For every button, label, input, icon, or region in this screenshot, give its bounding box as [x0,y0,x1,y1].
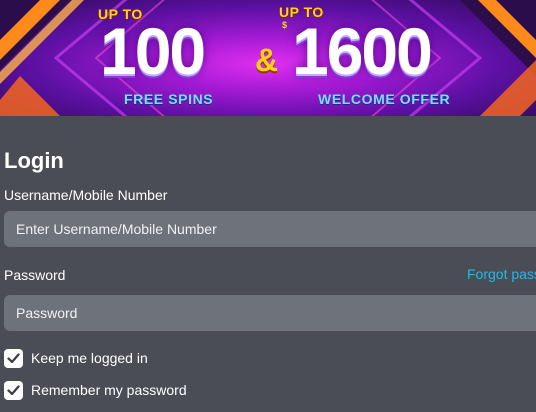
keep-logged-in-option[interactable]: Keep me logged in [4,348,148,368]
remember-password-option[interactable]: Remember my password [4,380,187,400]
remember-password-checkbox[interactable] [4,380,23,400]
offer-left-amount: 100 [100,14,206,88]
username-input[interactable] [4,211,536,247]
checkmark-icon [7,352,20,363]
login-title: Login [4,148,64,173]
offer-right-caption: WELCOME OFFER [318,91,451,107]
keep-logged-in-label: Keep me logged in [31,350,148,366]
remember-password-label: Remember my password [31,382,187,398]
forgot-password-link[interactable]: Forgot passw [467,266,536,282]
promo-banner[interactable]: UP TO 100 FREE SPINS & UP TO $ 1600 WELC… [0,0,536,116]
offer-right-amount: 1600 [292,14,433,88]
username-label: Username/Mobile Number [4,187,168,203]
offer-connector: & [255,42,279,78]
password-label: Password [4,267,66,283]
password-input[interactable] [4,295,536,331]
checkmark-icon [7,384,20,395]
keep-logged-in-checkbox[interactable] [4,348,23,368]
offer-right-currency: $ [282,20,288,30]
offer-left-caption: FREE SPINS [124,91,214,107]
